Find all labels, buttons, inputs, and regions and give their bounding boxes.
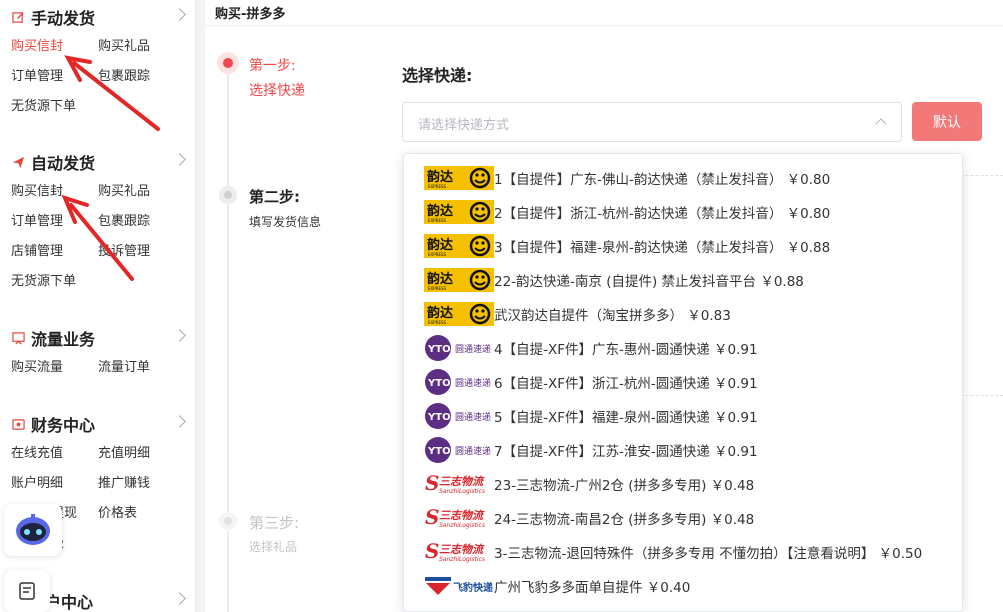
svg-text:三志物流: 三志物流	[439, 475, 485, 488]
express-option[interactable]: 韵达 EXPRESS 武汉韵达自提件（淘宝拼多多） ￥0.83	[404, 297, 962, 331]
express-option-label: 1【自提件】广东-佛山-韵达快递（禁止发抖音） ￥0.80	[494, 172, 831, 188]
express-option[interactable]: YTO 圆通速递 4【自提-XF件】广东-惠州-圆通快递 ￥0.91	[404, 331, 962, 365]
step-2-title: 第二步:	[249, 188, 300, 206]
yto-logo-icon: YTO 圆通速递	[424, 369, 494, 395]
express-option[interactable]: S 三志物流 SanzhiLogistics 24-三志物流-南昌2仓 (拼多多专用)…	[404, 501, 962, 535]
svg-text:S: S	[425, 539, 439, 563]
express-option-label: 武汉韵达自提件（淘宝拼多多） ￥0.83	[494, 308, 731, 324]
breadcrumb: 购买-拼多多	[215, 7, 286, 22]
express-option-label: 3-三志物流-退回特殊件（拼多多专用 不懂勿拍）【注意看说明】 ￥0.50	[494, 546, 923, 562]
svg-text:韵达: 韵达	[427, 237, 453, 253]
svg-text:SanzhiLogistics: SanzhiLogistics	[439, 522, 485, 529]
step-2-sub: 填写发货信息	[249, 215, 322, 229]
gutter	[196, 0, 205, 612]
sanzhi-logo-icon: S 三志物流 SanzhiLogistics	[424, 471, 494, 497]
svg-text:SanzhiLogistics: SanzhiLogistics	[439, 556, 485, 563]
sidebar: 手动发货 购买信封 购买礼品 订单管理 包裹跟踪 无货源下单 自动发货 购买信封…	[0, 0, 196, 612]
notes-icon	[19, 582, 35, 600]
express-option-label: 24-三志物流-南昌2仓 (拼多多专用) ￥0.48	[494, 512, 755, 528]
divider	[205, 25, 1003, 26]
svg-text:EXPRESS: EXPRESS	[428, 252, 447, 257]
divider	[961, 395, 1003, 396]
robot-icon	[16, 514, 50, 545]
express-option[interactable]: YTO 圆通速递 6【自提-XF件】浙江-杭州-圆通快递 ￥0.91	[404, 365, 962, 399]
yto-logo-icon: YTO 圆通速递	[424, 403, 494, 429]
sanzhi-logo-icon: S 三志物流 SanzhiLogistics	[424, 539, 494, 565]
svg-text:韵达: 韵达	[427, 203, 453, 219]
svg-text:三志物流: 三志物流	[439, 509, 485, 522]
svg-text:三志物流: 三志物流	[439, 543, 485, 556]
yunda-logo-icon: 韵达 EXPRESS	[424, 267, 494, 293]
svg-text:圆通速递: 圆通速递	[455, 343, 491, 355]
svg-text:圆通速递: 圆通速递	[455, 377, 491, 389]
step-3-title: 第三步:	[249, 514, 300, 532]
svg-text:韵达: 韵达	[427, 271, 453, 287]
yto-logo-icon: YTO 圆通速递	[424, 335, 494, 361]
svg-text:SanzhiLogistics: SanzhiLogistics	[439, 488, 485, 495]
express-option-label: 22-韵达快递-南京 (自提件) 禁止发抖音平台 ￥0.88	[494, 274, 804, 290]
yunda-logo-icon: 韵达 EXPRESS	[424, 301, 494, 327]
express-option[interactable]: 韵达 EXPRESS 22-韵达快递-南京 (自提件) 禁止发抖音平台 ￥0.88	[404, 263, 962, 297]
svg-text:EXPRESS: EXPRESS	[428, 218, 447, 223]
express-option[interactable]: YTO 圆通速递 5【自提-XF件】福建-泉州-圆通快递 ￥0.91	[404, 399, 962, 433]
svg-text:韵达: 韵达	[427, 305, 453, 321]
svg-text:圆通速递: 圆通速递	[455, 445, 491, 457]
step-1-title: 第一步:	[249, 58, 296, 74]
express-option-label: 4【自提-XF件】广东-惠州-圆通快递 ￥0.91	[494, 342, 758, 358]
svg-text:S: S	[425, 471, 439, 495]
express-option[interactable]: 飞豹快递 广州飞豹多多面单自提件 ￥0.40	[404, 569, 962, 603]
step-1-sub: 选择快递	[249, 83, 305, 99]
express-option-label: 7【自提-XF件】江苏-淮安-圆通快递 ￥0.91	[494, 444, 758, 460]
express-select-placeholder: 请选择快递方式	[418, 118, 510, 133]
express-option[interactable]: S 三志物流 SanzhiLogistics 23-三志物流-广州2仓 (拼多多专用)…	[404, 467, 962, 501]
step-2-dot-inner	[224, 191, 232, 199]
express-option-label: 6【自提-XF件】浙江-杭州-圆通快递 ￥0.91	[494, 376, 758, 392]
svg-text:YTO: YTO	[427, 344, 451, 355]
app-root: 手动发货 购买信封 购买礼品 订单管理 包裹跟踪 无货源下单 自动发货 购买信封…	[0, 0, 1003, 612]
express-option[interactable]: 韵达 EXPRESS 3【自提件】福建-泉州-韵达快递（禁止发抖音） ￥0.88	[404, 229, 962, 263]
assistant-robot-button[interactable]	[4, 504, 62, 556]
express-dropdown: 韵达 EXPRESS 1【自提件】广东-佛山-韵达快递（禁止发抖音） ￥0.80 韵达…	[403, 153, 963, 612]
express-option-label: 广州飞豹多多面单自提件 ￥0.40	[494, 580, 691, 596]
step-3-dot-inner	[224, 517, 232, 525]
notes-button[interactable]	[4, 570, 50, 612]
express-select[interactable]: 请选择快递方式	[402, 102, 902, 142]
sanzhi-logo-icon: S 三志物流 SanzhiLogistics	[424, 505, 494, 531]
chevron-up-icon	[875, 118, 887, 130]
svg-text:EXPRESS: EXPRESS	[428, 184, 447, 189]
svg-text:飞豹快递: 飞豹快递	[453, 581, 493, 594]
feibao-logo-icon: 飞豹快递	[424, 573, 494, 599]
svg-text:圆通速递: 圆通速递	[455, 411, 491, 423]
yunda-logo-icon: 韵达 EXPRESS	[424, 199, 494, 225]
express-option[interactable]: 韵达 EXPRESS 2【自提件】浙江-杭州-韵达快递（禁止发抖音） ￥0.80	[404, 195, 962, 229]
express-option-label: 3【自提件】福建-泉州-韵达快递（禁止发抖音） ￥0.88	[494, 240, 831, 256]
express-option[interactable]: S 三志物流 SanzhiLogistics 3-三志物流-退回特殊件（拼多多专用 不…	[404, 535, 962, 569]
main-content: 购买-拼多多 第一步: 选择快递 第二步: 填写发货信息 第三步: 选择礼品 选…	[205, 0, 1003, 612]
svg-text:YTO: YTO	[427, 378, 451, 389]
yto-logo-icon: YTO 圆通速递	[424, 437, 494, 463]
yunda-logo-icon: 韵达 EXPRESS	[424, 165, 494, 191]
express-option-label: 23-三志物流-广州2仓 (拼多多专用) ￥0.48	[494, 478, 755, 494]
express-option[interactable]: 韵达 EXPRESS 1【自提件】广东-佛山-韵达快递（禁止发抖音） ￥0.80	[404, 161, 962, 195]
express-option[interactable]: YTO 圆通速递 7【自提-XF件】江苏-淮安-圆通快递 ￥0.91	[404, 433, 962, 467]
svg-text:EXPRESS: EXPRESS	[428, 286, 447, 291]
svg-text:YTO: YTO	[427, 446, 451, 457]
express-option-label: 5【自提-XF件】福建-泉州-圆通快递 ￥0.91	[494, 410, 758, 426]
express-option-label: 2【自提件】浙江-杭州-韵达快递（禁止发抖音） ￥0.80	[494, 206, 831, 222]
svg-text:韵达: 韵达	[427, 169, 453, 185]
svg-text:EXPRESS: EXPRESS	[428, 320, 447, 325]
svg-text:S: S	[425, 505, 439, 529]
step-1-dot-inner	[223, 58, 233, 68]
express-label: 选择快递:	[402, 66, 473, 85]
step-3-sub: 选择礼品	[249, 540, 298, 554]
svg-text:YTO: YTO	[427, 412, 451, 423]
yunda-logo-icon: 韵达 EXPRESS	[424, 233, 494, 259]
divider	[961, 175, 1003, 176]
default-button[interactable]: 默认	[912, 102, 982, 141]
